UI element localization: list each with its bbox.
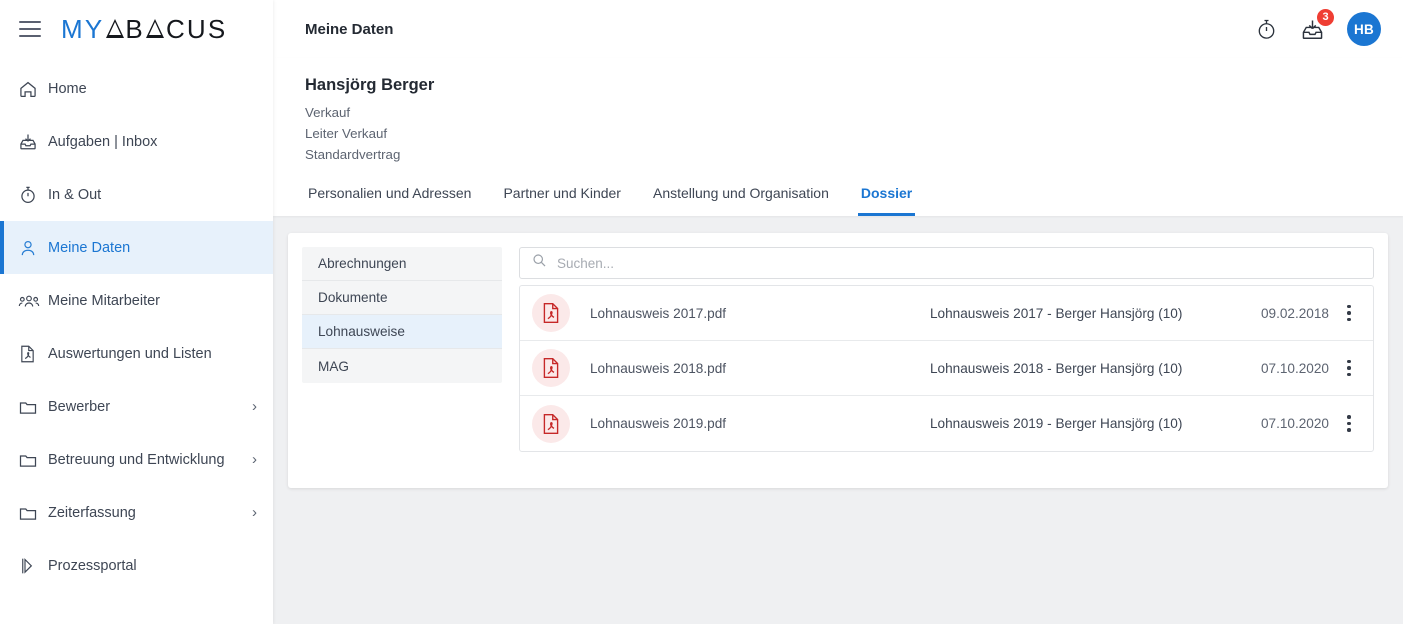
document-filename: Lohnausweis 2017.pdf bbox=[590, 306, 930, 321]
document-date: 07.10.2020 bbox=[1219, 416, 1329, 431]
main-area: Meine Daten 3 HB Hansjörg Berger Verkauf… bbox=[273, 0, 1403, 624]
sidebar-item-label: In & Out bbox=[48, 187, 257, 203]
sidebar-item-auswertungen-und-listen[interactable]: Auswertungen und Listen bbox=[0, 327, 273, 380]
person-name: Hansjörg Berger bbox=[305, 76, 1371, 95]
sidebar-item-label: Auswertungen und Listen bbox=[48, 346, 257, 362]
sidebar-nav: Home Aufgaben | Inbox In & Out Meine Dat… bbox=[0, 58, 273, 592]
document-table: Lohnausweis 2017.pdf Lohnausweis 2017 - … bbox=[519, 285, 1374, 452]
person-department: Verkauf bbox=[305, 102, 1371, 123]
logo-abacus: BCUS bbox=[104, 14, 227, 45]
dossier-category-list: Abrechnungen Dokumente Lohnausweise MAG bbox=[302, 247, 502, 383]
page-title: Meine Daten bbox=[305, 21, 1255, 38]
person-icon bbox=[18, 238, 48, 258]
stopwatch-icon[interactable] bbox=[1255, 18, 1278, 41]
person-header: Hansjörg Berger Verkauf Leiter Verkauf S… bbox=[273, 58, 1403, 216]
table-row[interactable]: Lohnausweis 2018.pdf Lohnausweis 2018 - … bbox=[520, 341, 1373, 396]
kebab-menu-icon[interactable] bbox=[1329, 305, 1369, 322]
sidebar-item-home[interactable]: Home bbox=[0, 62, 273, 115]
sidebar-item-zeiterfassung[interactable]: Zeiterfassung › bbox=[0, 486, 273, 539]
sidebar: MYBCUS Home Aufgaben | Inbox In & bbox=[0, 0, 273, 624]
topbar-icons: 3 HB bbox=[1255, 12, 1381, 46]
tab-dossier[interactable]: Dossier bbox=[858, 185, 915, 216]
search-input[interactable] bbox=[557, 256, 1361, 271]
hamburger-icon[interactable] bbox=[19, 21, 41, 37]
sidebar-item-label: Bewerber bbox=[48, 399, 252, 415]
people-group-icon bbox=[18, 291, 48, 311]
dossier-card: Abrechnungen Dokumente Lohnausweise MAG bbox=[288, 233, 1388, 488]
document-date: 09.02.2018 bbox=[1219, 306, 1329, 321]
person-contract: Standardvertrag bbox=[305, 144, 1371, 165]
inbox-download-icon[interactable]: 3 bbox=[1300, 17, 1325, 42]
folder-icon bbox=[18, 450, 48, 470]
sidebar-item-label: Betreuung und Entwicklung bbox=[48, 452, 252, 468]
category-item-abrechnungen[interactable]: Abrechnungen bbox=[302, 247, 502, 281]
sidebar-item-meine-daten[interactable]: Meine Daten bbox=[0, 221, 273, 274]
topbar: Meine Daten 3 HB bbox=[273, 0, 1403, 58]
sidebar-item-label: Prozessportal bbox=[48, 558, 257, 574]
document-description: Lohnausweis 2019 - Berger Hansjörg (10) bbox=[930, 416, 1219, 431]
kebab-menu-icon[interactable] bbox=[1329, 360, 1369, 377]
document-description: Lohnausweis 2018 - Berger Hansjörg (10) bbox=[930, 361, 1219, 376]
brand-row: MYBCUS bbox=[0, 0, 273, 58]
search-icon bbox=[532, 253, 557, 273]
tab-partner-und-kinder[interactable]: Partner und Kinder bbox=[500, 185, 624, 216]
avatar[interactable]: HB bbox=[1347, 12, 1381, 46]
table-row[interactable]: Lohnausweis 2019.pdf Lohnausweis 2019 - … bbox=[520, 396, 1373, 451]
sidebar-item-label: Aufgaben | Inbox bbox=[48, 134, 257, 150]
app-logo[interactable]: MYBCUS bbox=[61, 14, 227, 45]
sidebar-item-in-out[interactable]: In & Out bbox=[0, 168, 273, 221]
stopwatch-icon bbox=[18, 185, 48, 205]
logo-triangle-a2 bbox=[146, 19, 164, 38]
sidebar-item-label: Home bbox=[48, 81, 257, 97]
pdf-file-icon bbox=[532, 405, 570, 443]
tab-bar: Personalien und Adressen Partner und Kin… bbox=[305, 185, 1371, 216]
logo-triangle-a1 bbox=[106, 19, 124, 38]
category-item-lohnausweise[interactable]: Lohnausweise bbox=[302, 315, 502, 349]
document-filename: Lohnausweis 2019.pdf bbox=[590, 416, 930, 431]
content-area: Abrechnungen Dokumente Lohnausweise MAG bbox=[273, 216, 1403, 624]
document-date: 07.10.2020 bbox=[1219, 361, 1329, 376]
inbox-badge: 3 bbox=[1316, 8, 1335, 27]
document-description: Lohnausweis 2017 - Berger Hansjörg (10) bbox=[930, 306, 1219, 321]
sidebar-item-label: Meine Mitarbeiter bbox=[48, 293, 257, 309]
chevron-right-icon: › bbox=[252, 452, 257, 467]
logo-my: MY bbox=[61, 14, 104, 45]
sidebar-item-aufgaben-inbox[interactable]: Aufgaben | Inbox bbox=[0, 115, 273, 168]
chevron-right-icon: › bbox=[252, 399, 257, 414]
category-item-dokumente[interactable]: Dokumente bbox=[302, 281, 502, 315]
sidebar-item-meine-mitarbeiter[interactable]: Meine Mitarbeiter bbox=[0, 274, 273, 327]
kebab-menu-icon[interactable] bbox=[1329, 415, 1369, 432]
pdf-file-icon bbox=[532, 294, 570, 332]
pdf-file-icon bbox=[532, 349, 570, 387]
sidebar-item-prozessportal[interactable]: Prozessportal bbox=[0, 539, 273, 592]
search-box[interactable] bbox=[519, 247, 1374, 279]
home-icon bbox=[18, 79, 48, 99]
sidebar-item-label: Zeiterfassung bbox=[48, 505, 252, 521]
document-filename: Lohnausweis 2018.pdf bbox=[590, 361, 930, 376]
sidebar-item-bewerber[interactable]: Bewerber › bbox=[0, 380, 273, 433]
document-pane: Lohnausweis 2017.pdf Lohnausweis 2017 - … bbox=[519, 247, 1374, 452]
person-role: Leiter Verkauf bbox=[305, 123, 1371, 144]
folder-icon bbox=[18, 503, 48, 523]
tab-anstellung-und-organisation[interactable]: Anstellung und Organisation bbox=[650, 185, 832, 216]
inbox-download-icon bbox=[18, 132, 48, 152]
chevron-right-icon: › bbox=[252, 505, 257, 520]
pdf-document-icon bbox=[18, 344, 48, 364]
sidebar-item-label: Meine Daten bbox=[48, 240, 257, 256]
category-item-mag[interactable]: MAG bbox=[302, 349, 502, 383]
tab-personalien-und-adressen[interactable]: Personalien und Adressen bbox=[305, 185, 474, 216]
table-row[interactable]: Lohnausweis 2017.pdf Lohnausweis 2017 - … bbox=[520, 286, 1373, 341]
flag-play-icon bbox=[18, 556, 48, 576]
sidebar-item-betreuung-und-entwicklung[interactable]: Betreuung und Entwicklung › bbox=[0, 433, 273, 486]
app-root: MYBCUS Home Aufgaben | Inbox In & bbox=[0, 0, 1403, 624]
folder-icon bbox=[18, 397, 48, 417]
